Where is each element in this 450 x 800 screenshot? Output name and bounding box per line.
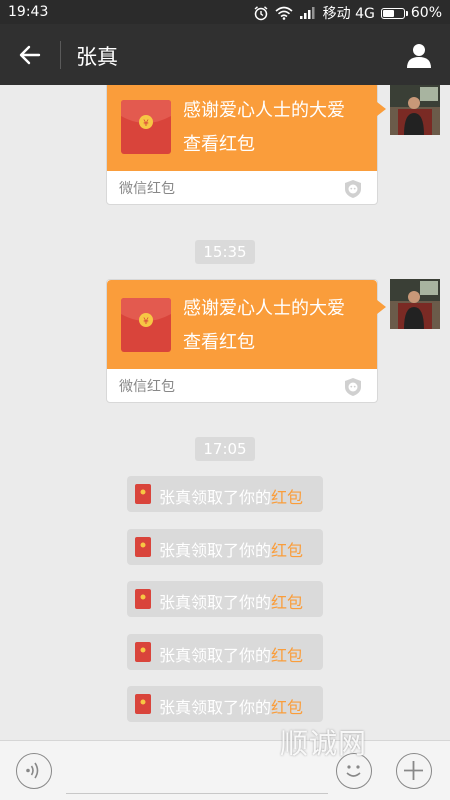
red-envelope-icon: ¥ — [121, 100, 171, 154]
red-packet-message[interactable]: ¥ 感谢爱心人士的大爱 查看红包 微信红包 — [106, 85, 386, 205]
notice-text: 张真领取了你的 — [159, 646, 272, 665]
wechat-logo-icon — [345, 378, 361, 396]
svg-text:¥: ¥ — [143, 317, 149, 327]
red-packet-body: ¥ 感谢爱心人士的大爱 查看红包 — [107, 280, 386, 369]
battery-icon — [380, 7, 408, 19]
battery-percent: 60% — [410, 5, 442, 21]
input-bar — [0, 740, 450, 800]
red-packet-title: 感谢爱心人士的大爱 — [183, 100, 345, 121]
person-icon — [407, 44, 431, 68]
red-packet-subtitle: 查看红包 — [183, 134, 255, 155]
watermark: 顺诚网 — [280, 727, 368, 760]
system-notice: 张真领取了你的红包 — [127, 686, 323, 722]
status-bar: 19:43 移动 4G 60% — [0, 0, 450, 24]
battery-fill — [382, 9, 395, 17]
timestamp-label: 17:05 — [195, 437, 255, 461]
system-notice: 张真领取了你的红包 — [127, 529, 323, 565]
red-packet-footer: 微信红包 — [119, 181, 175, 197]
red-packet-title: 感谢爱心人士的大爱 — [183, 298, 345, 319]
wifi-icon — [275, 6, 293, 20]
chat-header: 张真 — [0, 24, 450, 85]
red-packet-link[interactable]: 红包 — [271, 698, 303, 717]
notice-text: 张真领取了你的 — [159, 698, 272, 717]
chat-area[interactable]: ¥ 感谢爱心人士的大爱 查看红包 微信红包 15:35 ¥ 感谢爱心人士的大爱 … — [0, 85, 450, 740]
avatar-photo — [390, 279, 440, 329]
red-packet-small-icon — [135, 537, 151, 557]
header-divider — [60, 41, 61, 69]
red-envelope-icon: ¥ — [121, 298, 171, 352]
system-notice: 张真领取了你的红包 — [127, 581, 323, 617]
more-button[interactable] — [396, 753, 432, 789]
carrier-label: 移动 4G — [322, 6, 375, 22]
red-packet-small-icon — [135, 589, 151, 609]
red-packet-small-icon — [135, 694, 151, 714]
red-packet-link[interactable]: 红包 — [271, 593, 303, 612]
red-packet-link[interactable]: 红包 — [271, 488, 303, 507]
status-right: 移动 4G 60% — [253, 3, 442, 23]
avatar-photo — [390, 85, 440, 135]
plus-icon — [404, 761, 423, 780]
notice-text: 张真领取了你的 — [159, 593, 272, 612]
voice-button[interactable] — [16, 753, 52, 789]
notice-text: 张真领取了你的 — [159, 488, 272, 507]
red-packet-footer: 微信红包 — [119, 379, 175, 395]
red-packet-link[interactable]: 红包 — [271, 646, 303, 665]
alarm-icon — [254, 6, 268, 21]
svg-text:¥: ¥ — [143, 119, 149, 129]
avatar[interactable] — [390, 279, 440, 329]
back-button[interactable] — [12, 38, 48, 72]
system-notice: 张真领取了你的红包 — [127, 476, 323, 512]
status-time: 19:43 — [8, 4, 49, 20]
timestamp-label: 15:35 — [195, 240, 255, 264]
red-packet-small-icon — [135, 642, 151, 662]
red-packet-body: ¥ 感谢爱心人士的大爱 查看红包 — [107, 85, 386, 171]
red-packet-link[interactable]: 红包 — [271, 541, 303, 560]
system-notice: 张真领取了你的红包 — [127, 634, 323, 670]
voice-icon — [26, 762, 39, 779]
timestamp: 17:05 — [0, 437, 450, 461]
notice-text: 张真领取了你的 — [159, 541, 272, 560]
red-packet-message[interactable]: ¥ 感谢爱心人士的大爱 查看红包 微信红包 — [106, 279, 386, 403]
profile-button[interactable] — [402, 38, 436, 72]
red-packet-subtitle: 查看红包 — [183, 332, 255, 353]
wechat-logo-icon — [345, 180, 361, 198]
avatar[interactable] — [390, 85, 440, 135]
back-arrow-icon — [19, 45, 41, 65]
chat-title: 张真 — [76, 45, 118, 69]
timestamp: 15:35 — [0, 240, 450, 264]
signal-icon — [299, 7, 315, 19]
red-packet-small-icon — [135, 484, 151, 504]
